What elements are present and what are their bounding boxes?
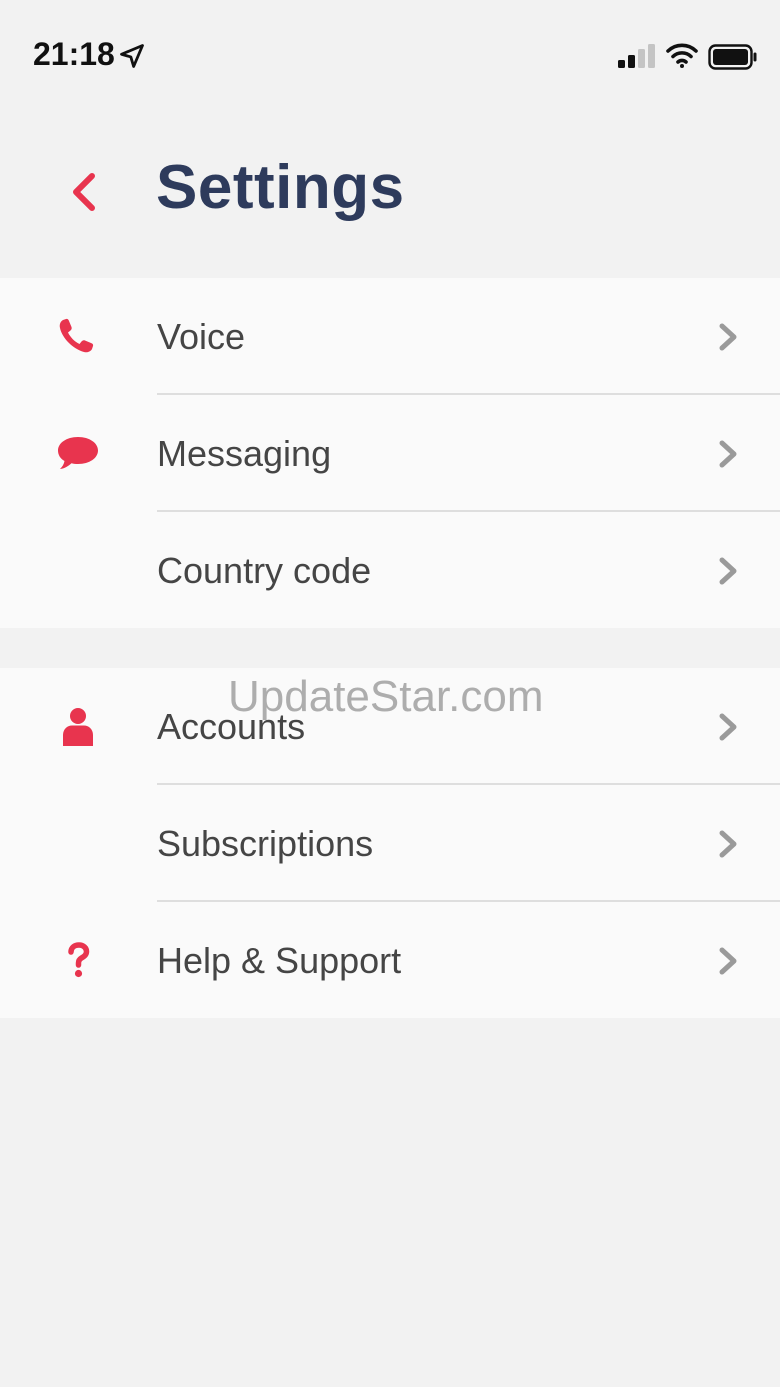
- chevron-right-icon: [719, 323, 737, 351]
- settings-row-label: Accounts: [157, 706, 306, 747]
- settings-row-country-code[interactable]: Country code: [0, 512, 780, 629]
- status-bar: 21:18: [0, 0, 780, 110]
- settings-row-label: Subscriptions: [157, 823, 374, 864]
- settings-row-label: Messaging: [157, 433, 332, 474]
- chevron-right-icon: [719, 713, 737, 741]
- settings-row-messaging[interactable]: Messaging: [0, 395, 780, 512]
- chevron-right-icon: [719, 830, 737, 858]
- location-arrow-icon: [120, 44, 144, 68]
- status-time: 21:18: [33, 36, 115, 72]
- settings-row-help-support[interactable]: Help & Support: [0, 902, 780, 1019]
- chevron-right-icon: [719, 947, 737, 975]
- settings-row-label: Voice: [157, 316, 246, 357]
- chevron-right-icon: [719, 440, 737, 468]
- question-icon: [68, 942, 90, 978]
- settings-section-general: Voice Messaging Country code: [0, 278, 780, 628]
- settings-row-subscriptions[interactable]: Subscriptions: [0, 785, 780, 902]
- chevron-left-icon[interactable]: [66, 170, 102, 214]
- chat-bubble-icon: [58, 437, 98, 469]
- nav-header: Settings: [0, 110, 780, 278]
- settings-row-label: Help & Support: [157, 940, 402, 981]
- settings-section-account: Accounts Subscriptions Help & Support: [0, 668, 780, 1018]
- settings-row-label: Country code: [157, 550, 372, 591]
- phone-icon: [59, 318, 94, 353]
- settings-row-accounts[interactable]: Accounts: [0, 668, 780, 785]
- chevron-right-icon: [719, 557, 737, 585]
- wifi-icon: [666, 43, 698, 68]
- page-title: Settings: [156, 153, 405, 222]
- battery-icon: [708, 44, 757, 70]
- settings-row-voice[interactable]: Voice: [0, 278, 780, 395]
- person-icon: [63, 708, 93, 746]
- signal-icon: [618, 44, 655, 68]
